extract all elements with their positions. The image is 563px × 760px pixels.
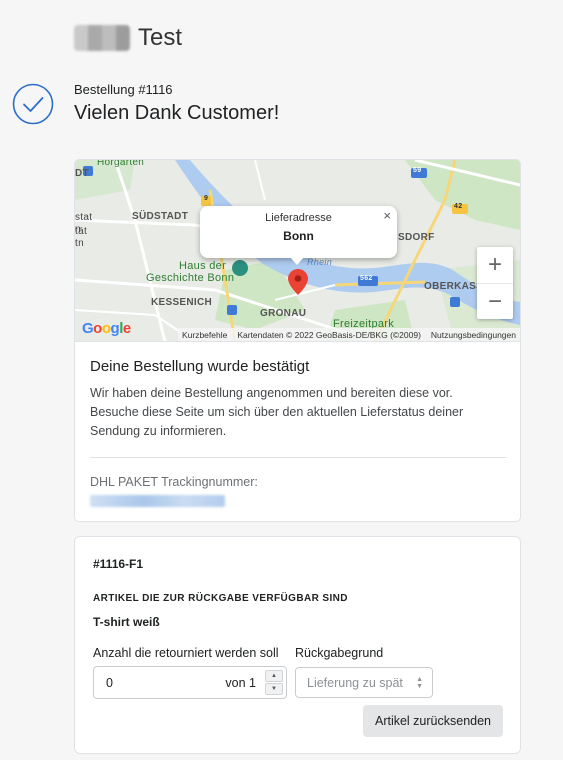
map-label-gronau: GRONAU xyxy=(260,308,307,319)
order-number: Bestellung #1116 xyxy=(74,82,173,97)
return-reason-label: Rückgabegrund xyxy=(295,646,384,660)
return-reason-value: Lieferung zu spät xyxy=(307,675,403,690)
item-name: T-shirt weiß xyxy=(93,615,160,629)
decrement-arrow-icon[interactable]: ▼ xyxy=(265,683,283,695)
return-quantity-input[interactable]: 0 von 1 ▲ ▼ xyxy=(93,666,287,699)
thank-you-heading: Vielen Dank Customer! xyxy=(74,102,280,124)
zoom-in-button[interactable]: + xyxy=(477,247,513,283)
map-label-oberkass: OBERKASS xyxy=(424,281,484,292)
divider xyxy=(90,457,507,458)
zoom-out-button[interactable]: − xyxy=(477,283,513,319)
popup-tail xyxy=(290,257,304,265)
map-attribution: Kartendaten © 2022 GeoBasis-DE/BKG (©200… xyxy=(237,330,421,340)
map-label-haus-line2: Geschichte Bonn xyxy=(146,272,235,284)
map-pin-icon[interactable] xyxy=(288,269,308,295)
google-logo: Google xyxy=(82,320,131,337)
map-road-59: 59 xyxy=(413,167,422,174)
map-label-edge-tat: tät xyxy=(75,226,88,237)
map-label-haus-line1: Haus der xyxy=(179,260,227,272)
shop-header: Test xyxy=(74,24,182,52)
map-label-edge-stat: stat xyxy=(75,212,93,223)
close-icon[interactable]: × xyxy=(383,208,391,223)
delivery-address-popup: Lieferadresse Bonn × xyxy=(200,206,397,258)
quantity-max: von 1 xyxy=(225,675,256,690)
order-status-card: Horgarten DT SÜDSTADT stat n tät tn Haus… xyxy=(74,159,521,522)
returnable-items-caption: ARTIKEL DIE ZUR RÜCKGABE VERFÜGBAR SIND xyxy=(93,593,348,604)
map-shortcuts-link[interactable]: Kurzbefehle xyxy=(182,330,227,340)
tracking-label: DHL PAKET Trackingnummer: xyxy=(90,475,258,489)
map-label-rhein: Rhein xyxy=(307,257,333,267)
return-quantity-label: Anzahl die retourniert werden soll xyxy=(93,646,279,660)
quantity-stepper: ▲ ▼ xyxy=(265,670,283,695)
map-road-9: 9 xyxy=(204,195,209,202)
popup-title: Lieferadresse xyxy=(265,212,332,224)
map-terms-link[interactable]: Nutzungsbedingungen xyxy=(431,330,516,340)
map-label-horgarten: Horgarten xyxy=(97,160,145,168)
map-label-sdorf: SDORF xyxy=(398,232,435,243)
map-label-edge-tn: tn xyxy=(75,238,84,249)
tracking-number-link[interactable] xyxy=(90,495,225,507)
map-label-kessenich: KESSENICH xyxy=(151,297,213,308)
select-arrows-icon: ▲ ▼ xyxy=(416,676,423,690)
map-zoom-control: + − xyxy=(477,247,513,319)
popup-city: Bonn xyxy=(283,229,314,243)
shop-name: Test xyxy=(138,24,183,51)
quantity-value: 0 xyxy=(106,675,113,690)
shop-logo xyxy=(74,25,130,51)
submit-return-button[interactable]: Artikel zurücksenden xyxy=(363,705,503,737)
return-card: #1116-F1 ARTIKEL DIE ZUR RÜCKGABE VERFÜG… xyxy=(74,536,521,754)
delivery-map[interactable]: Horgarten DT SÜDSTADT stat n tät tn Haus… xyxy=(75,160,520,342)
map-label-suedstadt: SÜDSTADT xyxy=(132,211,189,222)
return-reason-select[interactable]: Lieferung zu spät ▲ ▼ xyxy=(295,667,433,698)
map-road-562: 562 xyxy=(360,275,373,282)
check-circle-icon xyxy=(12,83,54,125)
status-heading: Deine Bestellung wurde bestätigt xyxy=(90,358,310,375)
map-footer: Kurzbefehle Kartendaten © 2022 GeoBasis-… xyxy=(177,328,520,341)
status-description: Wir haben deine Bestellung angenommen un… xyxy=(90,386,464,438)
map-road-42: 42 xyxy=(454,203,463,210)
increment-arrow-icon[interactable]: ▲ xyxy=(265,670,283,682)
fulfillment-id: #1116-F1 xyxy=(93,557,144,571)
map-label-edge-dt: DT xyxy=(75,168,89,179)
